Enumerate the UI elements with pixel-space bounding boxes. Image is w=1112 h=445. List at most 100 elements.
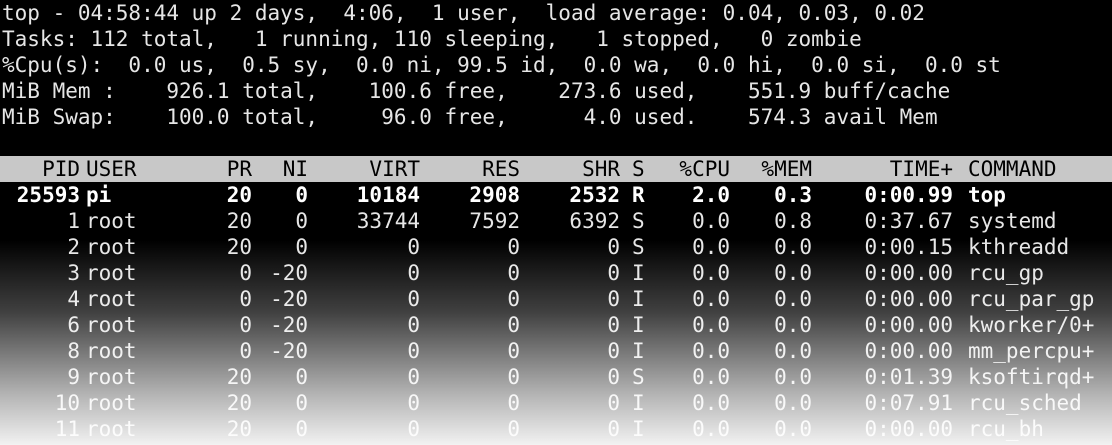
- cell-time: 0:00.00: [864, 287, 953, 311]
- cell-state: S: [632, 365, 645, 389]
- cell-pr: 20: [226, 365, 252, 389]
- cell-state: I: [632, 339, 645, 363]
- cell-virt: 0: [407, 235, 420, 259]
- cell-user: root: [86, 391, 137, 415]
- cell-cpu: 0.0: [692, 391, 730, 415]
- process-row: 2 root 20 0 0 0 0 S 0.0 0.0 0:00.15 kthreadd: [0, 234, 1112, 260]
- cell-pid: 25593: [16, 183, 80, 207]
- cell-pr: 0: [239, 313, 252, 337]
- process-table-header: PID USER PR NI VIRT RES SHR S %CPU %MEM …: [0, 156, 1112, 182]
- cell-mem: 0.0: [774, 313, 812, 337]
- cell-pr: 20: [226, 417, 252, 441]
- process-row: 8 root 0 -20 0 0 0 I 0.0 0.0 0:00.00 mm_percpu+: [0, 338, 1112, 364]
- cell-user: root: [86, 313, 137, 337]
- cell-time: 0:00.00: [864, 313, 953, 337]
- cell-virt: 0: [407, 365, 420, 389]
- cell-state: I: [632, 261, 645, 285]
- process-row: 3 root 0 -20 0 0 0 I 0.0 0.0 0:00.00 rcu_gp: [0, 260, 1112, 286]
- cell-cpu: 0.0: [692, 417, 730, 441]
- cell-res: 0: [507, 287, 520, 311]
- cell-shr: 0: [607, 287, 620, 311]
- cell-res: 0: [507, 365, 520, 389]
- cell-shr: 0: [607, 391, 620, 415]
- process-row: 10 root 20 0 0 0 0 I 0.0 0.0 0:07.91 rcu_sched: [0, 390, 1112, 416]
- cell-ni: -20: [270, 313, 308, 337]
- cell-user: root: [86, 417, 137, 441]
- cell-res: 0: [507, 339, 520, 363]
- cell-user: root: [86, 365, 137, 389]
- cell-cpu: 0.0: [692, 209, 730, 233]
- cell-shr: 6392: [569, 209, 620, 233]
- cell-cpu: 0.0: [692, 313, 730, 337]
- cell-shr: 0: [607, 417, 620, 441]
- cell-virt: 0: [407, 417, 420, 441]
- terminal-window[interactable]: top - 04:58:44 up 2 days, 4:06, 1 user, …: [0, 0, 1112, 445]
- cell-virt: 0: [407, 287, 420, 311]
- cell-ni: -20: [270, 261, 308, 285]
- cell-state: S: [632, 209, 645, 233]
- column-header-shr: SHR: [582, 157, 620, 181]
- cell-command: kworker/0+: [968, 313, 1095, 337]
- summary-uptime-line: top - 04:58:44 up 2 days, 4:06, 1 user, …: [2, 1, 925, 25]
- cell-virt: 10184: [356, 183, 420, 207]
- cell-virt: 33744: [356, 209, 420, 233]
- cell-pid: 9: [67, 365, 80, 389]
- cell-command: rcu_gp: [968, 261, 1044, 285]
- cell-command: rcu_bh: [968, 417, 1044, 441]
- cell-state: R: [632, 183, 645, 207]
- summary-tasks-line: Tasks: 112 total, 1 running, 110 sleepin…: [2, 27, 862, 51]
- cell-pid: 2: [67, 235, 80, 259]
- cell-cpu: 0.0: [692, 261, 730, 285]
- process-row: 25593 pi 20 0 10184 2908 2532 R 2.0 0.3 0:00.99 top: [0, 182, 1112, 208]
- cell-res: 0: [507, 235, 520, 259]
- process-row: 9 root 20 0 0 0 0 S 0.0 0.0 0:01.39 ksoftirqd+: [0, 364, 1112, 390]
- cell-cpu: 2.0: [692, 183, 730, 207]
- cell-shr: 0: [607, 339, 620, 363]
- cell-res: 2908: [469, 183, 520, 207]
- cell-pid: 4: [67, 287, 80, 311]
- cell-time: 0:00.00: [864, 261, 953, 285]
- cell-ni: 0: [295, 209, 308, 233]
- cell-pr: 0: [239, 287, 252, 311]
- cell-ni: 0: [295, 235, 308, 259]
- cell-shr: 2532: [569, 183, 620, 207]
- column-header-time: TIME+: [889, 157, 953, 181]
- cell-shr: 0: [607, 235, 620, 259]
- cell-command: rcu_par_gp: [968, 287, 1095, 311]
- cell-res: 0: [507, 261, 520, 285]
- cell-time: 0:37.67: [864, 209, 953, 233]
- cell-user: root: [86, 235, 137, 259]
- cell-state: I: [632, 313, 645, 337]
- cell-mem: 0.0: [774, 235, 812, 259]
- cell-pid: 1: [67, 209, 80, 233]
- cell-command: kthreadd: [968, 235, 1070, 259]
- column-header-pid: PID: [42, 157, 80, 181]
- cell-command: mm_percpu+: [968, 339, 1095, 363]
- cell-shr: 0: [607, 313, 620, 337]
- column-header-res: RES: [482, 157, 520, 181]
- process-row: 4 root 0 -20 0 0 0 I 0.0 0.0 0:00.00 rcu_par_gp: [0, 286, 1112, 312]
- cell-mem: 0.0: [774, 261, 812, 285]
- cell-cpu: 0.0: [692, 365, 730, 389]
- column-header-cpu: %CPU: [679, 157, 730, 181]
- column-header-virt: VIRT: [369, 157, 420, 181]
- column-header-command: COMMAND: [968, 157, 1057, 181]
- cell-user: root: [86, 339, 137, 363]
- cell-mem: 0.3: [774, 183, 812, 207]
- cell-command: top: [968, 183, 1006, 207]
- cell-state: I: [632, 391, 645, 415]
- cell-ni: 0: [295, 183, 308, 207]
- cell-ni: -20: [270, 339, 308, 363]
- cell-ni: 0: [295, 365, 308, 389]
- cell-pr: 0: [239, 261, 252, 285]
- cell-state: I: [632, 417, 645, 441]
- cell-user: root: [86, 209, 137, 233]
- cell-pid: 11: [54, 417, 80, 441]
- cell-pr: 0: [239, 339, 252, 363]
- cell-command: ksoftirqd+: [968, 365, 1095, 389]
- cell-time: 0:00.99: [864, 183, 953, 207]
- cell-res: 0: [507, 313, 520, 337]
- column-header-state: S: [632, 157, 645, 181]
- column-header-ni: NI: [282, 157, 308, 181]
